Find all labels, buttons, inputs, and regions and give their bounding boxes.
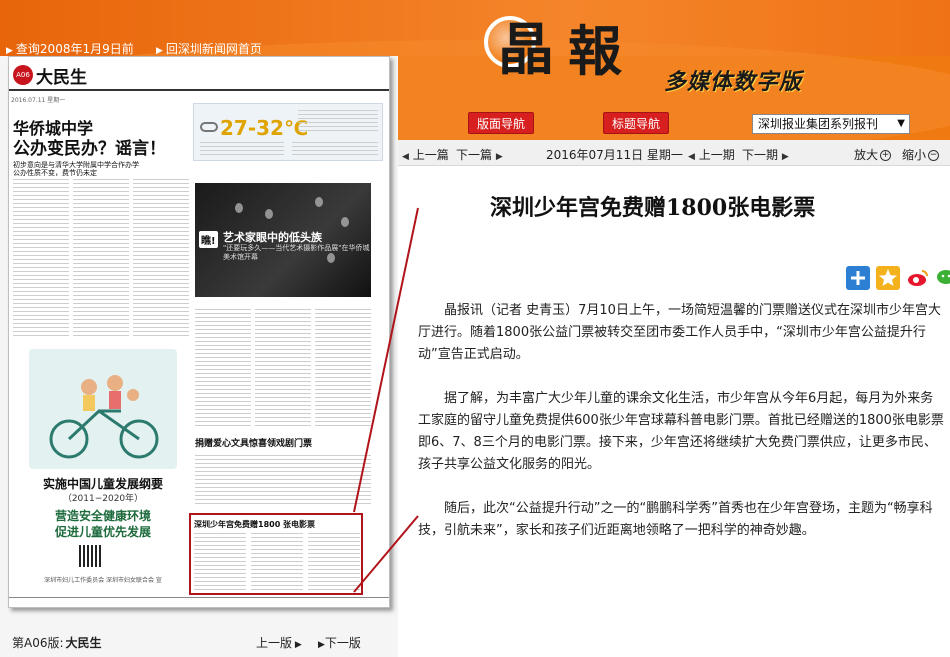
title-nav-button[interactable]: 标题导航 xyxy=(603,112,670,134)
qr-code xyxy=(79,545,101,567)
history-query-link[interactable]: ▶ 查询2008年1月9日前 xyxy=(6,40,134,57)
ad-footer: 深圳市妇儿工作委员会 深圳市妇女联合会 宣 xyxy=(44,577,162,584)
newspaper-select[interactable]: 深圳报业集团系列报刊 ▼ xyxy=(752,114,910,134)
mid-headline[interactable]: 捐赠爱心文具惊喜领戏剧门票 xyxy=(195,439,312,450)
weather-text xyxy=(292,142,378,158)
triangle-left-icon: ◀ xyxy=(688,152,695,162)
section-name: 大民生 xyxy=(36,68,87,88)
prev-page-link[interactable]: 上一版 ▶ xyxy=(256,634,302,651)
public-service-ad: 实施中国儿童发展纲要 （2011−2020年） 营造安全健康环境 促进儿童优先发… xyxy=(15,349,191,599)
next-issue-link[interactable]: 下一期 ▶ xyxy=(742,146,789,163)
layout-nav-button[interactable]: 版面导航 xyxy=(468,112,535,134)
text-column xyxy=(315,309,371,429)
triangle-right-icon: ▶ xyxy=(318,640,325,650)
weather-temperature: 27-32℃ xyxy=(220,116,309,140)
issue-date: 2016年07月11日 星期一 xyxy=(546,148,683,162)
article-body: 晶报讯（记者 史青玉）7月10日上午，一场简短温馨的门票赠送仪式在深圳市少年宫大… xyxy=(418,300,946,564)
photo-caption: 艺术家眼中的低头族 "还要玩多久——当代艺术摄影作品展"在华侨城美术馆开幕 xyxy=(223,231,370,261)
minus-icon: − xyxy=(928,150,940,161)
headline-line-2[interactable]: 公办变民办？谣言！ xyxy=(13,139,166,159)
triangle-right-icon: ▶ xyxy=(495,152,503,162)
zoom-in-button[interactable]: 放大 + xyxy=(854,146,892,163)
logo-char-jing: 晶 xyxy=(498,17,554,83)
text-column xyxy=(73,179,129,339)
headline-line-1[interactable]: 华侨城中学 xyxy=(13,119,93,138)
ad-years: （2011−2020年） xyxy=(62,494,144,504)
text-column xyxy=(195,309,251,429)
cloud-icon xyxy=(200,122,218,132)
text-column xyxy=(195,455,371,507)
triangle-right-icon: ▶ xyxy=(292,640,302,650)
newspaper-page-image[interactable]: A06 大民生 2016.07.11 星期一 华侨城中学 公办变民办？谣言！ 初… xyxy=(8,56,390,608)
text-column xyxy=(133,179,189,339)
prev-issue-link[interactable]: ◀ 上一期 xyxy=(688,146,735,163)
site-logo[interactable]: 晶 報 xyxy=(478,10,668,110)
text-column xyxy=(308,533,360,591)
wechat-share-icon[interactable] xyxy=(936,266,950,290)
plus-share-icon[interactable] xyxy=(846,266,870,290)
text-column xyxy=(194,533,246,591)
headline-subhead: 初步意向是与清华大学附属中学合作办学 公办性质不变，费节仍未定 xyxy=(13,161,139,178)
ad-slogan: 营造安全健康环境 促进儿童优先发展 xyxy=(54,509,151,539)
text-column xyxy=(13,179,69,339)
article-title: 深圳少年宫免费赠1800张电影票 xyxy=(490,195,816,221)
text-column xyxy=(255,309,311,429)
page-date: 2016.07.11 星期一 xyxy=(11,97,66,104)
feature-photo[interactable]: 瞧! 艺术家眼中的低头族 "还要玩多久——当代艺术摄影作品展"在华侨城美术馆开幕 xyxy=(195,183,371,297)
article-nav-bar: ◀ 上一篇 下一篇 ▶ 2016年07月11日 星期一 ◀ 上一期 下一期 ▶ … xyxy=(398,140,950,166)
plus-icon: + xyxy=(880,150,892,161)
chevron-down-icon: ▼ xyxy=(897,118,905,129)
article-paragraph: 随后，此次“公益提升行动”之一的“鹏鹏科学秀”首秀也在少年宫登场，主题为“畅享科… xyxy=(418,501,933,538)
article-paragraph: 据了解，为丰富广大少年儿童的课余文化生活，市少年宫从今年6月起，每月为外来务工家… xyxy=(418,391,944,472)
site-subtitle: 多媒体数字版 xyxy=(664,70,803,95)
photo-figure xyxy=(265,209,273,219)
article-paragraph: 晶报讯（记者 史青玉）7月10日上午，一场简短温馨的门票赠送仪式在深圳市少年宫大… xyxy=(418,303,941,362)
triangle-left-icon: ◀ xyxy=(402,152,409,162)
zoom-out-button[interactable]: 缩小 − xyxy=(902,146,940,163)
triangle-right-icon: ▶ xyxy=(6,46,13,56)
article-panel: ◀ 上一篇 下一篇 ▶ 2016年07月11日 星期一 ◀ 上一期 下一期 ▶ … xyxy=(398,140,950,657)
logo-char-bao: 報 xyxy=(568,19,622,83)
weather-text xyxy=(200,142,284,158)
next-article-link[interactable]: 下一篇 ▶ xyxy=(456,146,503,163)
photo-tag: 瞧! xyxy=(199,231,218,248)
photo-figure xyxy=(315,197,323,207)
prev-article-link[interactable]: ◀ 上一篇 xyxy=(402,146,449,163)
page-label: 第A06版: 大民生 xyxy=(12,636,102,650)
selected-article-region[interactable]: 深圳少年宫免费赠1800 张电影票 xyxy=(189,513,363,595)
page-masthead: A06 大民生 xyxy=(9,57,389,91)
page-preview-panel: A06 大民生 2016.07.11 星期一 华侨城中学 公办变民办？谣言！ 初… xyxy=(0,56,398,657)
ad-title: 实施中国儿童发展纲要 xyxy=(42,477,163,491)
triangle-right-icon: ▶ xyxy=(156,46,163,56)
weibo-share-icon[interactable] xyxy=(906,266,930,290)
page-footer-rule xyxy=(9,597,389,607)
next-page-link[interactable]: ▶下一版 xyxy=(318,634,361,651)
weather-text xyxy=(298,110,378,132)
triangle-right-icon: ▶ xyxy=(781,152,789,162)
photo-figure xyxy=(235,203,243,213)
star-share-icon[interactable] xyxy=(876,266,900,290)
photo-figure xyxy=(341,217,349,227)
weather-box: 27-32℃ xyxy=(193,103,383,161)
selected-article-title: 深圳少年宫免费赠1800 张电影票 xyxy=(194,520,316,529)
text-column xyxy=(251,533,303,591)
home-link[interactable]: ▶ 回深圳新闻网首页 xyxy=(156,40,262,57)
section-badge: A06 xyxy=(13,65,33,85)
family-bicycle-illustration xyxy=(29,349,177,469)
bicycle-icon xyxy=(49,375,159,459)
